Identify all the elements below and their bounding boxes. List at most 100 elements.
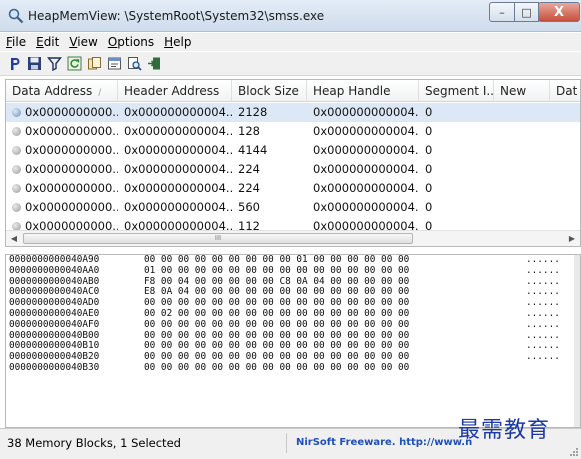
hex-ascii (526, 363, 576, 374)
column-header-heap-handle[interactable]: Heap Handle (307, 80, 419, 102)
cell-data-address: 0x0000000000... (6, 179, 118, 198)
column-header-block-size[interactable]: Block Size (232, 80, 307, 102)
table-row[interactable]: 0x0000000000... 0x000000000004... 224 0x000… (6, 179, 580, 198)
cell-heap-handle: 0x000000000004... (313, 124, 419, 138)
cell-new (494, 160, 550, 179)
hex-line: 0000000000040AA0 01 00 00 00 00 00 00 00 … (6, 264, 580, 277)
cell-new (494, 141, 550, 160)
cell-segment-index: 0 (425, 105, 433, 119)
cell-heap-handle: 0x000000000004... (313, 143, 419, 157)
cell-segment-index: 0 (425, 162, 433, 176)
cell-data-address: 0x0000000000... (6, 198, 118, 217)
status-block-count: 38 Memory Blocks, 1 Selected (7, 433, 287, 453)
cell-segment-index: 0 (425, 124, 433, 138)
row-bullet-icon (12, 146, 21, 155)
table-header: Data Address / Header Address Block Size … (6, 80, 580, 102)
cell-block-size: 2128 (238, 105, 268, 119)
cell-header-address: 0x000000000004... (124, 200, 232, 214)
find-icon[interactable] (126, 55, 143, 72)
scrollbar-thumb[interactable]: III (23, 233, 413, 244)
row-bullet-icon (12, 127, 21, 136)
hex-address: 0000000000040AA0 (9, 264, 100, 276)
menu-help[interactable]: Help (164, 35, 191, 49)
properties-p-icon[interactable] (6, 55, 23, 72)
table-body: 0x0000000000... 0x000000000004... 2128 0x00… (6, 103, 580, 236)
sort-indicator: / (98, 88, 102, 98)
column-header-new[interactable]: New (494, 80, 550, 102)
app-magnifier-icon (8, 8, 24, 24)
hex-line: 0000000000040AF0 00 00 00 00 00 00 00 00 … (6, 318, 580, 331)
filter-icon[interactable] (46, 55, 63, 72)
cell-segment-index: 0 (425, 181, 433, 195)
cell-data-address: 0x0000000000... (6, 141, 118, 160)
cell-header-address: 0x000000000004... (124, 124, 232, 138)
menu-file[interactable]: File (6, 35, 26, 49)
column-header-data-address[interactable]: Data Address / (6, 80, 118, 102)
cell-new (494, 198, 550, 217)
hex-address: 0000000000040B30 (9, 361, 100, 373)
hex-bytes: 01 00 00 00 00 00 00 00 00 00 00 00 00 0… (144, 264, 410, 276)
horizontal-scrollbar[interactable]: ◀ III ▶ (6, 230, 580, 246)
cell-data-address: 0x0000000000... (6, 160, 118, 179)
cell-heap-handle: 0x000000000004... (313, 200, 419, 214)
table-row[interactable]: 0x0000000000... 0x000000000004... 128 0x000… (6, 122, 580, 141)
close-button[interactable]: X (538, 2, 580, 22)
menu-options[interactable]: Options (108, 35, 154, 49)
cell-heap-handle: 0x000000000004... (313, 181, 419, 195)
maximize-button[interactable]: □ (514, 2, 539, 22)
cell-heap-handle: 0x000000000004... (313, 105, 419, 119)
size-grip-icon[interactable] (569, 447, 579, 457)
copy-icon[interactable] (86, 55, 103, 72)
row-bullet-icon (12, 108, 21, 117)
table-row[interactable]: 0x0000000000... 0x000000000004... 560 0x000… (6, 198, 580, 217)
cell-data (550, 179, 580, 198)
menu-bar: File Edit View Options Help (0, 33, 581, 51)
vertical-scrollbar[interactable] (574, 255, 580, 427)
hex-ascii: ...... (526, 318, 560, 330)
cell-data-address: 0x0000000000... (6, 122, 118, 141)
menu-edit[interactable]: Edit (36, 35, 59, 49)
row-bullet-icon (12, 203, 21, 212)
cell-data (550, 103, 580, 122)
refresh-icon[interactable] (66, 55, 83, 72)
cell-block-size: 224 (238, 162, 260, 176)
cell-new (494, 122, 550, 141)
hex-bytes: 00 00 00 00 00 00 00 00 00 00 00 00 00 0… (144, 361, 410, 373)
properties-icon[interactable] (106, 55, 123, 72)
hex-ascii: ...... (526, 351, 560, 363)
memory-blocks-table[interactable]: Data Address / Header Address Block Size … (5, 79, 581, 247)
column-header-data[interactable]: Dat (550, 80, 580, 102)
cell-heap-handle: 0x000000000004... (313, 162, 419, 176)
menu-view[interactable]: View (69, 35, 97, 49)
scroll-right-arrow-icon[interactable]: ▶ (564, 231, 580, 246)
cell-data (550, 160, 580, 179)
cell-block-size: 128 (238, 124, 260, 138)
table-row[interactable]: 0x0000000000... 0x000000000004... 4144 0x00… (6, 141, 580, 160)
scroll-left-arrow-icon[interactable]: ◀ (6, 231, 22, 246)
save-icon[interactable] (26, 55, 43, 72)
cell-header-address: 0x000000000004... (124, 143, 232, 157)
cell-header-address: 0x000000000004... (124, 105, 232, 119)
title-bar: HeapMemView: \SystemRoot\System32\smss.e… (0, 0, 581, 32)
table-row[interactable]: 0x0000000000... 0x000000000004... 224 0x000… (6, 160, 580, 179)
cell-new (494, 179, 550, 198)
cell-new (494, 103, 550, 122)
table-row[interactable]: 0x0000000000... 0x000000000004... 2128 0x00… (6, 103, 580, 122)
column-header-segment-index[interactable]: Segment I... (419, 80, 494, 102)
watermark-text: 最需教育 (458, 418, 551, 443)
exit-icon[interactable] (146, 55, 163, 72)
row-bullet-icon (12, 184, 21, 193)
row-bullet-icon (12, 165, 21, 174)
hex-line: 0000000000040B30 00 00 00 00 00 00 00 00 … (6, 361, 580, 374)
nirsoft-link[interactable]: NirSoft Freeware. http://www.n (296, 433, 472, 453)
minimize-button[interactable]: – (489, 2, 515, 22)
cell-data (550, 141, 580, 160)
cell-data-address: 0x0000000000... (6, 103, 118, 122)
cell-data (550, 122, 580, 141)
cell-block-size: 4144 (238, 143, 268, 157)
hex-dump-panel[interactable]: 0000000000040A90 00 00 00 00 00 00 00 00 … (5, 254, 581, 428)
hex-ascii: ...... (526, 264, 560, 276)
column-header-header-address[interactable]: Header Address (118, 80, 232, 102)
cell-header-address: 0x000000000004... (124, 162, 232, 176)
hex-bytes: 00 00 00 00 00 00 00 00 00 00 00 00 00 0… (144, 318, 410, 330)
